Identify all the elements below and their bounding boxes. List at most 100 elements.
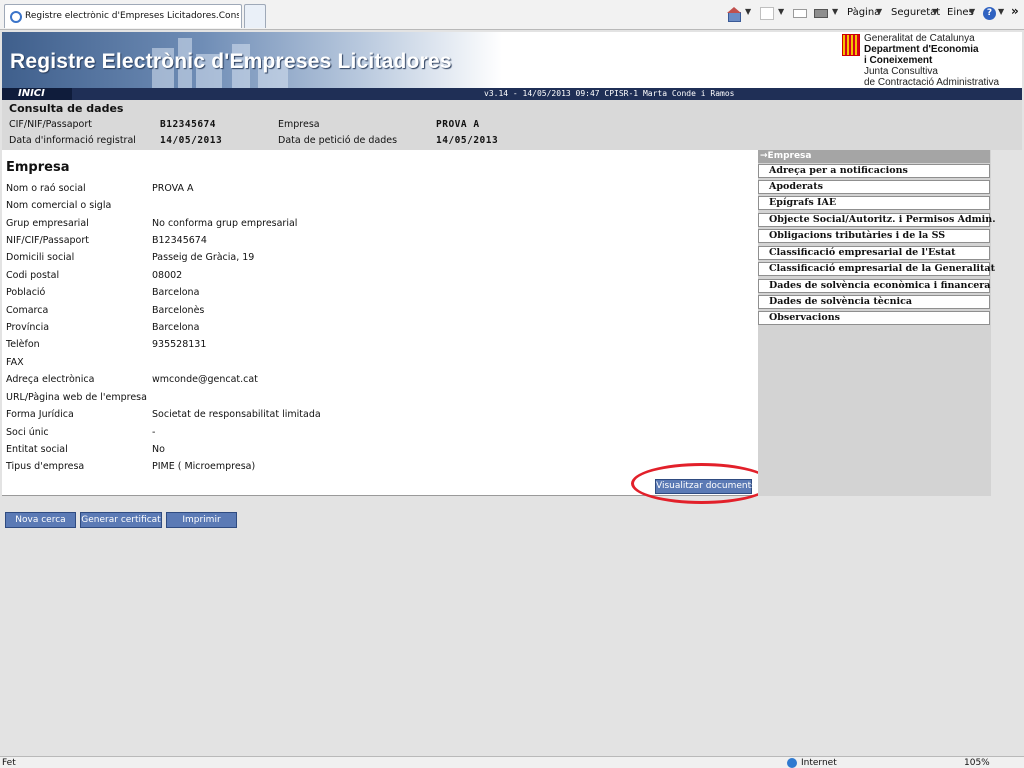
side-menu-item[interactable]: Dades de solvència econòmica i financera	[758, 279, 990, 293]
field-label: Codi postal	[6, 270, 60, 281]
browser-toolbar: Registre electrònic d'Empreses Licitador…	[0, 0, 1024, 30]
print-button[interactable]: Imprimir	[166, 512, 237, 528]
detail-row: Nom comercial o sigla	[6, 200, 746, 217]
detail-row: FAX	[6, 357, 746, 374]
field-label: FAX	[6, 357, 24, 368]
side-menu-active-item[interactable]: →Empresa	[758, 150, 990, 163]
globe-icon	[787, 758, 797, 768]
chevron-down-icon[interactable]: ▼	[832, 7, 838, 16]
org-line: i Coneixement	[864, 55, 933, 66]
print-icon[interactable]	[814, 9, 828, 18]
detail-row: NIF/CIF/Passaport B12345674	[6, 235, 746, 252]
org-line: Generalitat de Catalunya	[864, 33, 975, 44]
info-date-label: Data d'informació registral	[9, 135, 136, 146]
field-value: No	[152, 444, 165, 455]
field-value: PIME ( Microempresa)	[152, 461, 256, 472]
field-value: -	[152, 427, 156, 438]
request-date-value: 14/05/2013	[436, 135, 499, 146]
field-value: Societat de responsabilitat limitada	[152, 409, 321, 420]
detail-row: Soci únic -	[6, 427, 746, 444]
field-label: Entitat social	[6, 444, 68, 455]
field-label: Comarca	[6, 305, 49, 316]
more-commands-icon[interactable]: »	[1011, 4, 1019, 18]
nav-bar: INICI v3.14 - 14/05/2013 09:47 CPISR-1 M…	[2, 88, 1022, 100]
detail-row: Domicili social Passeig de Gràcia, 19	[6, 252, 746, 269]
browser-tab-active[interactable]: Registre electrònic d'Empreses Licitador…	[4, 4, 242, 28]
new-tab-button[interactable]	[244, 4, 266, 28]
home-icon[interactable]	[727, 7, 741, 22]
field-value: Barcelonès	[152, 305, 205, 316]
home-link[interactable]: INICI	[2, 88, 72, 100]
detail-row: Telèfon 935528131	[6, 339, 746, 356]
side-menu-item[interactable]: Dades de solvència tècnica	[758, 295, 990, 309]
org-line: Junta Consultiva	[864, 66, 938, 77]
field-label: Soci únic	[6, 427, 49, 438]
panel-title: Empresa	[6, 160, 70, 175]
field-label: Nom o raó social	[6, 183, 86, 194]
detail-row: Província Barcelona	[6, 322, 746, 339]
org-line: de Contractació Administrativa	[864, 77, 1000, 88]
detail-row: Forma Jurídica Societat de responsabilita…	[6, 409, 746, 426]
field-value: Barcelona	[152, 287, 200, 298]
feeds-icon[interactable]	[760, 7, 774, 20]
detail-row: Població Barcelona	[6, 287, 746, 304]
app-banner: Registre Electrònic d'Empreses Licitador…	[2, 32, 1022, 88]
detail-row: Codi postal 08002	[6, 270, 746, 287]
help-icon[interactable]: ?	[983, 7, 996, 20]
field-label: Adreça electrònica	[6, 374, 95, 385]
field-label: Domicili social	[6, 252, 75, 263]
field-value: Passeig de Gràcia, 19	[152, 252, 255, 263]
app-title: Registre Electrònic d'Empreses Licitador…	[10, 50, 452, 73]
field-value: 08002	[152, 270, 183, 281]
cif-value: B12345674	[160, 119, 216, 130]
field-value: PROVA A	[152, 183, 194, 194]
section-title: Consulta de dades	[9, 102, 124, 115]
chevron-down-icon[interactable]: ▼	[745, 7, 751, 16]
field-label: Província	[6, 322, 50, 333]
empresa-value: PROVA A	[436, 119, 480, 130]
field-value: B12345674	[152, 235, 207, 246]
generalitat-logo	[842, 34, 860, 56]
chevron-down-icon[interactable]: ▼	[778, 7, 784, 16]
side-menu-item[interactable]: Observacions	[758, 311, 990, 325]
side-menu-item[interactable]: Classificació empresarial de l'Estat	[758, 246, 990, 260]
field-label: Població	[6, 287, 46, 298]
field-label: Forma Jurídica	[6, 409, 74, 420]
side-menu-item[interactable]: Obligacions tributàries i de la SS	[758, 229, 990, 243]
side-menu-item[interactable]: Adreça per a notificacions	[758, 164, 990, 178]
side-menu-item[interactable]: Epígrafs IAE	[758, 196, 990, 210]
field-value: Barcelona	[152, 322, 200, 333]
generate-certificate-button[interactable]: Generar certificat	[80, 512, 162, 528]
detail-row: Entitat social No	[6, 444, 746, 461]
request-date-label: Data de petició de dades	[278, 135, 398, 146]
chevron-down-icon: ▼	[998, 7, 1005, 16]
field-value: 935528131	[152, 339, 207, 350]
chevron-down-icon: ▼	[969, 7, 976, 16]
field-label: URL/Pàgina web de l'empresa	[6, 392, 147, 403]
detail-row: Nom o raó social PROVA A	[6, 183, 746, 200]
field-label: NIF/CIF/Passaport	[6, 235, 89, 246]
org-line: Department d'Economia	[864, 44, 979, 55]
field-label: Nom comercial o sigla	[6, 200, 112, 211]
side-menu-item[interactable]: Objecte Social/Autoritz. i Permisos Admi…	[758, 213, 996, 227]
highlight-circle	[631, 463, 772, 504]
zone-text: Internet	[801, 758, 837, 768]
info-date-value: 14/05/2013	[160, 135, 223, 146]
organization-name: Generalitat de Catalunya Department d'Ec…	[864, 33, 999, 88]
field-value: wmconde@gencat.cat	[152, 374, 258, 385]
detail-row: URL/Pàgina web de l'empresa	[6, 392, 746, 409]
detail-row: Grup empresarial No conforma grup empresa…	[6, 218, 746, 235]
new-search-button[interactable]: Nova cerca	[5, 512, 76, 528]
ie-page-icon	[10, 11, 22, 23]
detail-row: Adreça electrònica wmconde@gencat.cat	[6, 374, 746, 391]
mail-icon[interactable]	[793, 9, 807, 18]
side-menu-item[interactable]: Classificació empresarial de la Generali…	[758, 262, 995, 276]
detail-row: Comarca Barcelonès	[6, 305, 746, 322]
field-label: Tipus d'empresa	[6, 461, 85, 472]
status-text: Fet	[2, 758, 16, 768]
side-menu-item[interactable]: Apoderats	[758, 180, 990, 194]
field-label: Grup empresarial	[6, 218, 89, 229]
side-menu: →Empresa Adreça per a notificacions Apod…	[758, 150, 996, 496]
zoom-level[interactable]: 105%	[964, 758, 990, 768]
browser-status-bar: Fet Internet 105%	[0, 756, 1024, 768]
